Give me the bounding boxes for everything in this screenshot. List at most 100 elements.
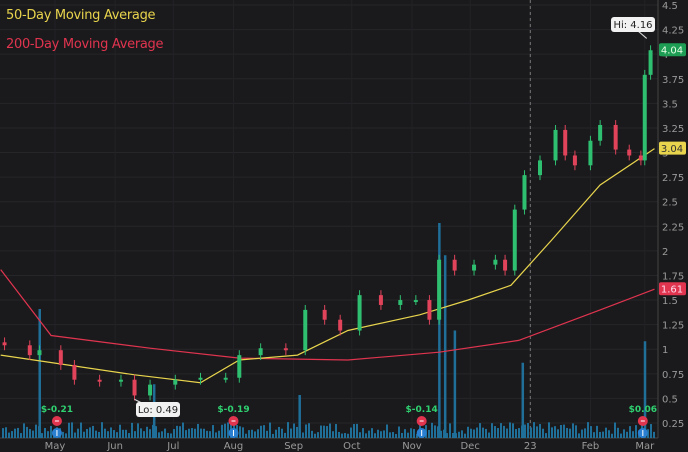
volume-bar (227, 422, 229, 438)
volume-bar (119, 424, 121, 438)
volume-bar (92, 425, 94, 438)
volume-bar (68, 422, 70, 438)
candle-body (223, 377, 228, 380)
x-tick-label: Oct (343, 441, 360, 452)
volume-bar (515, 429, 517, 438)
volume-bar (182, 422, 184, 438)
high-label: Hi: 4.16 (613, 20, 652, 31)
chart-canvas[interactable]: 0.250.50.7511.251.51.7522.252.52.7533.25… (0, 0, 688, 452)
volume-bar (245, 433, 247, 438)
candle-body (173, 379, 178, 385)
volume-bar (128, 433, 130, 438)
volume-bar (254, 431, 256, 438)
y-tick-label: 1.75 (662, 271, 684, 282)
volume-bar (197, 423, 199, 438)
volume-bar (131, 422, 133, 438)
volume-bar (44, 428, 46, 438)
volume-bar (221, 424, 223, 438)
volume-bar (74, 432, 76, 438)
volume-bar (326, 426, 328, 438)
volume-bar (587, 422, 589, 438)
volume-bar (356, 423, 358, 438)
volume-bar (503, 425, 505, 438)
volume-bar (140, 428, 142, 438)
candle-body (648, 50, 653, 75)
volume-bar (359, 432, 361, 438)
volume-bar (581, 429, 583, 438)
volume-bar (530, 427, 532, 438)
volume-bar (533, 422, 535, 438)
candle-body (613, 124, 618, 150)
ma50-line (0, 148, 655, 384)
volume-bar (5, 427, 7, 438)
volume-bar (371, 428, 373, 438)
volume-bar (557, 429, 559, 438)
volume-bar (158, 432, 160, 438)
volume-bar (47, 431, 49, 438)
volume-bar (398, 426, 400, 438)
y-tick-label: 4.5 (662, 1, 678, 12)
volume-bar (272, 433, 274, 438)
volume-bar (482, 427, 484, 438)
volume-bar (593, 432, 595, 438)
volume-bar (298, 395, 301, 438)
volume-bar (32, 430, 34, 438)
candle-body (512, 209, 517, 271)
volume-bar (569, 428, 571, 438)
volume-bar (218, 430, 220, 438)
x-tick-label: Mar (635, 441, 655, 452)
x-tick-label: Jul (166, 441, 179, 452)
volume-bar (608, 430, 610, 438)
volume-bar (194, 428, 196, 438)
volume-bar (623, 429, 625, 438)
candle-body (37, 350, 42, 356)
volume-bar (38, 309, 41, 438)
volume-bar (269, 422, 271, 438)
volume-bar (176, 425, 178, 438)
volume-bar (185, 430, 187, 438)
ma50-price-tag: 3.04 (661, 144, 683, 155)
volume-bar (410, 428, 412, 438)
stock-chart[interactable]: 0.250.50.7511.251.51.7522.252.52.7533.25… (0, 0, 688, 452)
volume-bar (2, 428, 4, 438)
x-tick-label: Dec (460, 441, 479, 452)
x-tick-label: Feb (582, 441, 600, 452)
volume-bar (572, 423, 574, 438)
volume-bar (434, 425, 436, 438)
volume-bar (353, 424, 355, 438)
volume-bar (80, 422, 82, 438)
candle-body (27, 345, 32, 356)
candle-body (503, 259, 508, 271)
volume-bar (458, 431, 460, 438)
volume-bar (539, 424, 541, 438)
candle-body (198, 377, 203, 380)
volume-bar (521, 362, 525, 438)
x-tick-label: 23 (524, 441, 537, 452)
volume-bar (599, 431, 601, 438)
volume-bar (20, 433, 22, 438)
y-tick-label: 0.75 (662, 370, 684, 381)
volume-bar (518, 428, 520, 438)
volume-bar (257, 429, 259, 438)
volume-bar (107, 431, 109, 438)
volume-bar (536, 426, 538, 438)
volume-bar (551, 427, 553, 438)
volume-bar (332, 431, 334, 438)
candle-body (148, 384, 153, 396)
candle-body (638, 155, 643, 161)
volume-bar (287, 422, 289, 438)
candle-body (413, 300, 418, 303)
eps-label: $0.06 (629, 405, 657, 415)
volume-bar (29, 429, 31, 438)
legend-ma50: 50-Day Moving Average (6, 8, 156, 23)
volume-bar (143, 431, 145, 438)
volume-bar (479, 423, 481, 438)
volume-bar (497, 428, 499, 438)
candle-body (563, 129, 568, 156)
volume-bar (308, 423, 310, 438)
candle-body (588, 140, 593, 166)
volume-bar (380, 431, 382, 438)
x-tick-label: Sep (284, 441, 303, 452)
volume-bar (101, 422, 103, 438)
volume-bar (188, 428, 190, 438)
